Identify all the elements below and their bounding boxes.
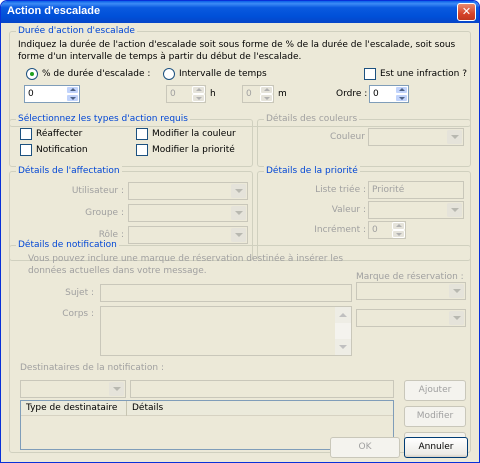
notification-label: Notification [36,145,88,155]
placeholder-select[interactable] [356,282,466,300]
role-select[interactable] [128,226,248,244]
increment-label: Incrément : [314,225,366,235]
chevron-down-icon[interactable] [449,311,464,325]
spin-down-icon[interactable] [395,94,408,102]
duration-legend: Durée d'action d'escalade [16,26,137,36]
notification-group: Détails de notification Vous pouvez incl… [9,240,471,453]
sorted-list-field[interactable]: Priorité [368,181,464,199]
percent-radio-label: % de durée d'escalade : [42,69,151,79]
recipients-label: Destinataires de la notification : [20,363,165,373]
minutes-value: 0 [246,89,252,99]
change-priority-checkbox[interactable] [136,144,148,156]
ok-button[interactable]: OK [330,437,400,458]
spin-up-icon[interactable] [66,86,79,94]
priority-value-label: Valeur : [331,205,366,215]
sorted-list-label: Liste triée : [315,185,366,195]
modify-recipient-button[interactable]: Modifier [404,406,466,427]
placeholder-insert-select[interactable] [356,309,466,327]
subject-label: Sujet : [65,288,94,298]
escalation-action-dialog: Action d'escalade ✕ Durée d'action d'esc… [0,0,480,463]
body-textarea[interactable] [100,306,352,356]
recipient-type-select[interactable] [20,380,126,398]
action-types-legend: Sélectionnez les types d'action requis [16,114,190,124]
color-details-group: Détails des couleurs Couleur : [257,114,471,167]
column-details[interactable]: Détails [127,401,393,416]
spin-up-icon[interactable] [395,86,408,94]
body-scrollbar[interactable] [335,307,351,355]
user-select[interactable] [128,182,248,200]
change-color-label: Modifier la couleur [152,129,236,139]
hours-stepper[interactable]: 0 [166,85,206,103]
scroll-up-icon[interactable] [335,307,351,323]
recipients-list-header: Type de destinataire Détails [21,401,393,416]
infraction-checkbox[interactable] [364,68,376,80]
percent-stepper[interactable]: 0 [24,85,80,103]
recipient-details-input[interactable] [130,380,394,398]
priority-value-select[interactable] [368,201,464,219]
chevron-down-icon[interactable] [231,206,246,220]
spin-up-icon[interactable] [392,222,405,230]
hours-unit: h [210,89,216,99]
notification-checkbox[interactable] [20,144,32,156]
order-label: Ordre : [336,89,368,99]
color-label: Couleur : [330,132,371,142]
scroll-down-icon[interactable] [335,339,351,355]
spin-down-icon[interactable] [260,94,273,102]
group-label: Groupe : [85,208,124,218]
notification-legend: Détails de notification [16,240,119,250]
assignment-legend: Détails de l'affectation [16,166,122,176]
chevron-down-icon[interactable] [447,203,462,217]
column-recipient-type[interactable]: Type de destinataire [21,401,127,416]
spin-down-icon[interactable] [66,94,79,102]
chevron-down-icon[interactable] [449,284,464,298]
sorted-list-value: Priorité [372,185,405,195]
chevron-down-icon[interactable] [231,184,246,198]
increment-stepper[interactable]: 0 [368,221,406,239]
close-button[interactable]: ✕ [457,3,476,21]
minutes-spin-buttons[interactable] [260,86,273,102]
group-select[interactable] [128,204,248,222]
percent-radio[interactable] [26,68,38,80]
change-color-checkbox[interactable] [136,128,148,140]
duration-group: Durée d'action d'escalade Indiquez la du… [9,26,471,127]
percent-spin-buttons[interactable] [66,86,79,102]
minutes-stepper[interactable]: 0 [242,85,274,103]
spin-up-icon[interactable] [192,86,205,94]
infraction-label: Est une infraction ? [380,69,467,79]
notification-help: Vous pouvez inclure une marque de réserv… [28,254,344,276]
hours-spin-buttons[interactable] [192,86,205,102]
order-stepper[interactable]: 0 [369,85,409,103]
percent-value: 0 [28,89,34,99]
spin-down-icon[interactable] [192,94,205,102]
interval-radio[interactable] [163,68,175,80]
body-label: Corps : [62,309,94,319]
hours-value: 0 [170,89,176,99]
chevron-down-icon[interactable] [231,228,246,242]
change-priority-label: Modifier la priorité [152,145,235,155]
chevron-down-icon[interactable] [109,382,124,396]
minutes-unit: m [278,89,287,99]
chevron-down-icon[interactable] [447,130,462,144]
priority-legend: Détails de la priorité [264,166,360,176]
increment-spin-buttons[interactable] [392,222,405,238]
user-label: Utilisateur : [71,186,124,196]
color-details-legend: Détails des couleurs [264,114,360,124]
title-bar[interactable]: Action d'escalade ✕ [1,1,479,23]
order-spin-buttons[interactable] [395,86,408,102]
add-recipient-button[interactable]: Ajouter [404,380,466,401]
spin-up-icon[interactable] [260,86,273,94]
reassign-label: Réaffecter [36,129,83,139]
subject-input[interactable] [100,284,352,302]
order-value: 0 [373,89,379,99]
cancel-button[interactable]: Annuler [404,437,468,458]
interval-radio-label: Intervalle de temps [179,69,267,79]
increment-value: 0 [372,225,378,235]
dialog-body: Durée d'action d'escalade Indiquez la du… [4,23,476,461]
color-select[interactable] [368,128,464,146]
window-title: Action d'escalade [7,5,101,17]
spin-down-icon[interactable] [392,230,405,238]
reassign-checkbox[interactable] [20,128,32,140]
duration-description: Indiquez la durée de l'action d'escalade… [18,40,456,62]
action-types-group: Sélectionnez les types d'action requis R… [9,114,253,167]
